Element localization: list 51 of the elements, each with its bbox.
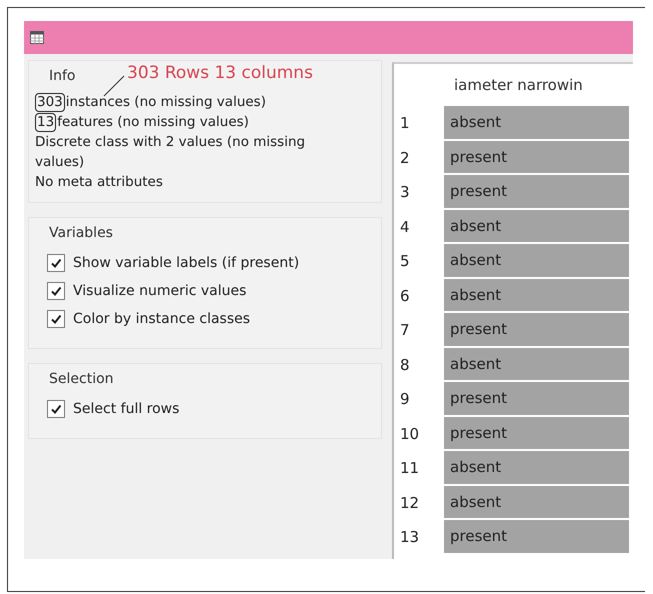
column-header[interactable]: iameter narrowin: [444, 64, 633, 106]
checkmark-icon: [50, 313, 62, 325]
group-title: Variables: [49, 225, 113, 241]
checkmark-icon: [50, 403, 62, 415]
circled-number: 13: [35, 112, 56, 132]
row-number: 12: [399, 492, 420, 514]
row-number: 13: [399, 527, 420, 548]
table-cell: absent: [444, 278, 629, 311]
row-number: 5: [399, 251, 411, 272]
table-cell: present: [444, 520, 629, 552]
checkbox[interactable]: [47, 254, 65, 272]
checkbox-label: Color by instance classes: [73, 311, 250, 327]
table-cell: present: [444, 140, 629, 173]
row-number: 9: [399, 389, 411, 410]
checkbox-label: Show variable labels (if present): [73, 255, 300, 271]
table-cell: present: [444, 313, 629, 346]
checkmark-icon: [50, 285, 62, 297]
circled-number: 303: [35, 92, 65, 112]
annotation-line: [103, 75, 125, 97]
table-cell: absent: [444, 486, 629, 518]
info-text: instances (no missing values): [66, 93, 266, 112]
row-number: 1: [399, 113, 411, 134]
row-number: 4: [399, 216, 411, 238]
row-number: 7: [399, 320, 411, 342]
table-cell: absent: [444, 348, 629, 380]
table-cell: present: [444, 175, 629, 208]
checkbox[interactable]: [47, 282, 65, 300]
row-number: 11: [399, 458, 420, 480]
table-cell: present: [444, 416, 629, 449]
table-icon: [30, 31, 44, 44]
row-number: 8: [399, 354, 411, 376]
checkbox-label: Visualize numeric values: [73, 283, 246, 299]
checkbox-label: Select full rows: [73, 401, 180, 417]
info-text: No meta attributes: [35, 173, 163, 192]
table-cell: absent: [444, 244, 629, 276]
group-title: Selection: [49, 371, 114, 387]
row-number: 3: [399, 182, 411, 204]
checkbox[interactable]: [47, 310, 65, 328]
row-number: 2: [399, 148, 411, 169]
table-cell: absent: [444, 210, 629, 242]
table-cell: absent: [444, 106, 629, 138]
table-cell: absent: [444, 451, 629, 484]
info-text: Discrete class with 2 values (no missing values): [35, 133, 306, 172]
row-number: 6: [399, 286, 411, 307]
checkbox[interactable]: [47, 400, 65, 418]
annotation-text: 303 Rows 13 columns: [127, 63, 313, 83]
table-cell: present: [444, 382, 629, 414]
info-text: features (no missing values): [57, 113, 249, 132]
row-number: 10: [399, 424, 420, 445]
checkmark-icon: [50, 257, 62, 269]
group-title: Info: [49, 68, 76, 84]
